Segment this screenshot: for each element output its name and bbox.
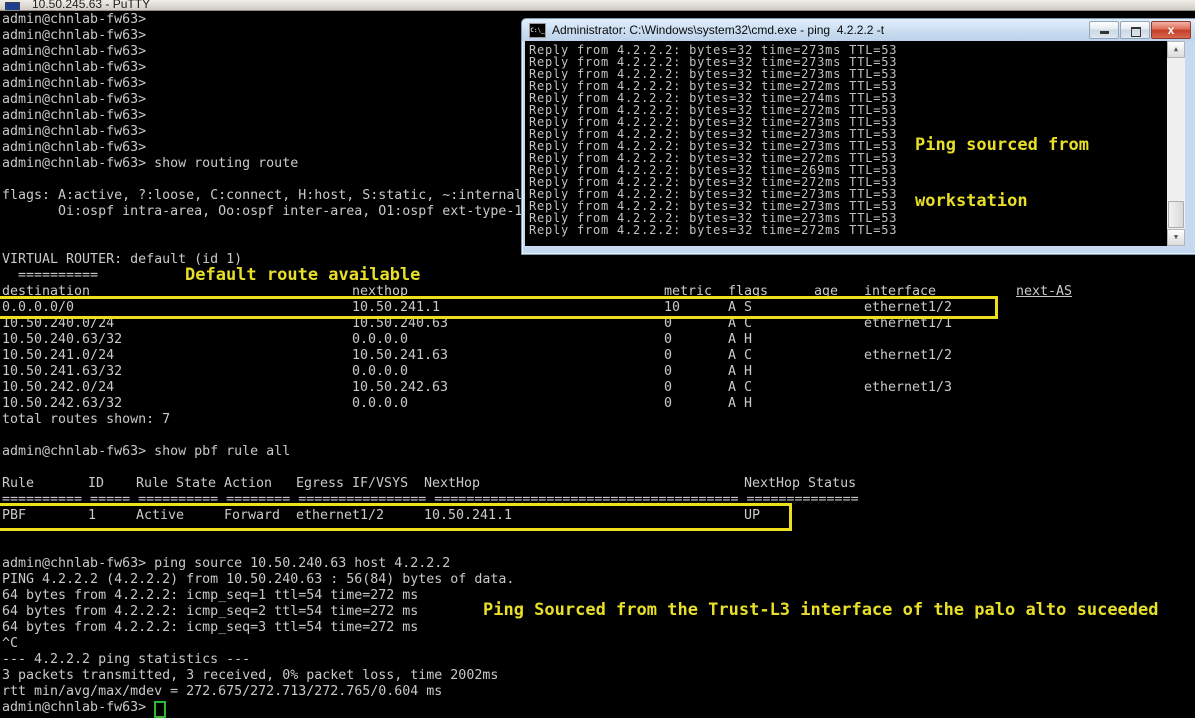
cmd-icon: C:\_ bbox=[529, 23, 546, 38]
route-cell: 10.50.241.63 bbox=[352, 348, 448, 364]
route-cell: A H bbox=[728, 332, 752, 348]
minimize-icon bbox=[1100, 31, 1109, 34]
terminal-cursor bbox=[154, 701, 166, 718]
total-routes-line: total routes shown: 7 bbox=[2, 412, 170, 428]
terminal-line: admin@chnlab-fw63> bbox=[2, 12, 146, 28]
terminal-line: admin@chnlab-fw63> bbox=[2, 140, 146, 156]
highlight-box-default-route bbox=[0, 296, 998, 319]
annotation-workstation-ping: Ping sourced from workstation bbox=[915, 99, 1089, 229]
route-cell: ethernet1/2 bbox=[864, 348, 952, 364]
flags-legend-line1: flags: A:active, ?:loose, C:connect, H:h… bbox=[2, 188, 522, 204]
terminal-line: admin@chnlab-fw63> bbox=[2, 28, 146, 44]
pbf-col-id: ID bbox=[88, 476, 104, 492]
route-cell: A C bbox=[728, 348, 752, 364]
cmd-window-title: Administrator: C:\Windows\system32\cmd.e… bbox=[552, 23, 884, 37]
scroll-down-arrow-icon[interactable]: ▼ bbox=[1167, 229, 1185, 246]
route-cell: 10.50.241.0/24 bbox=[2, 348, 114, 364]
annotation-line: Ping sourced from bbox=[915, 136, 1089, 155]
pbf-col-nexthop: NextHop bbox=[424, 476, 480, 492]
route-cell: 0.0.0.0 bbox=[352, 332, 408, 348]
ping-reply-line: 64 bytes from 4.2.2.2: icmp_seq=3 ttl=54… bbox=[2, 620, 418, 636]
putty-window-title: 10.50.245.63 - PuTTY bbox=[32, 0, 150, 11]
terminal-line: admin@chnlab-fw63> bbox=[2, 76, 146, 92]
scroll-up-arrow-icon[interactable]: ▲ bbox=[1167, 41, 1185, 58]
route-cell: 0 bbox=[664, 364, 672, 380]
pbf-col-action: Action bbox=[224, 476, 272, 492]
route-cell: 0.0.0.0 bbox=[352, 364, 408, 380]
route-col-next-as: next-AS bbox=[1016, 284, 1072, 300]
screen: { "putty": { "title": "10.50.245.63 - Pu… bbox=[0, 0, 1195, 705]
virtual-router-separator: ========== bbox=[2, 268, 98, 284]
terminal-line: admin@chnlab-fw63> bbox=[2, 92, 146, 108]
putty-window-icon bbox=[5, 2, 20, 11]
close-button[interactable]: x bbox=[1151, 21, 1191, 39]
ping-reply-line: 64 bytes from 4.2.2.2: icmp_seq=2 ttl=54… bbox=[2, 604, 418, 620]
route-cell: 0 bbox=[664, 348, 672, 364]
route-cell: A C bbox=[728, 380, 752, 396]
terminal-line: admin@chnlab-fw63> bbox=[2, 44, 146, 60]
ping-stats-rtt: rtt min/avg/max/mdev = 272.675/272.713/2… bbox=[2, 684, 442, 700]
route-cell: 10.50.242.63/32 bbox=[2, 396, 122, 412]
terminal-line: admin@chnlab-fw63> bbox=[2, 124, 146, 140]
highlight-box-pbf-rule bbox=[0, 503, 792, 531]
cmd-reply-line: Reply from 4.2.2.2: bytes=32 time=272ms … bbox=[529, 224, 897, 236]
route-cell: 10.50.240.63/32 bbox=[2, 332, 122, 348]
scrollbar-thumb[interactable] bbox=[1168, 201, 1184, 228]
cmd-scrollbar[interactable]: ▲ ▼ bbox=[1167, 41, 1185, 246]
terminal-line: admin@chnlab-fw63> bbox=[2, 108, 146, 124]
annotation-trust-l3-ping: Ping Sourced from the Trust-L3 interface… bbox=[483, 601, 1159, 620]
route-cell: 10.50.242.63 bbox=[352, 380, 448, 396]
cmd-window: C:\_ Administrator: C:\Windows\system32\… bbox=[521, 18, 1195, 255]
route-cell: 10.50.242.0/24 bbox=[2, 380, 114, 396]
cmd-titlebar[interactable]: C:\_ Administrator: C:\Windows\system32\… bbox=[522, 19, 1195, 41]
command-show-routing-route: admin@chnlab-fw63> show routing route bbox=[2, 156, 298, 172]
terminal-prompt-partial: admin@chnlab-fw63> bbox=[2, 700, 146, 716]
pbf-col-rule-state: Rule State bbox=[136, 476, 216, 492]
ping-header-line: PING 4.2.2.2 (4.2.2.2) from 10.50.240.63… bbox=[2, 572, 514, 588]
flags-legend-line2: Oi:ospf intra-area, Oo:ospf inter-area, … bbox=[2, 204, 522, 220]
minimize-button[interactable] bbox=[1089, 21, 1119, 39]
command-show-pbf: admin@chnlab-fw63> show pbf rule all bbox=[2, 444, 290, 460]
route-cell: 0 bbox=[664, 332, 672, 348]
ping-stats-packets: 3 packets transmitted, 3 received, 0% pa… bbox=[2, 668, 498, 684]
ping-stats-header: --- 4.2.2.2 ping statistics --- bbox=[2, 652, 250, 668]
terminal-line: admin@chnlab-fw63> bbox=[2, 60, 146, 76]
route-cell: ethernet1/3 bbox=[864, 380, 952, 396]
annotation-default-route: Default route available bbox=[185, 266, 420, 285]
maximize-button[interactable] bbox=[1120, 21, 1150, 39]
command-ping-source: admin@chnlab-fw63> ping source 10.50.240… bbox=[2, 556, 450, 572]
route-cell: A H bbox=[728, 364, 752, 380]
route-cell: 0 bbox=[664, 396, 672, 412]
ping-reply-line: 64 bytes from 4.2.2.2: icmp_seq=1 ttl=54… bbox=[2, 588, 418, 604]
maximize-icon bbox=[1131, 27, 1141, 37]
pbf-col-egress: Egress IF/VSYS bbox=[296, 476, 408, 492]
putty-titlebar[interactable]: 10.50.245.63 - PuTTY bbox=[0, 0, 1195, 11]
route-cell: A H bbox=[728, 396, 752, 412]
annotation-line: workstation bbox=[915, 192, 1089, 211]
pbf-col-rule: Rule bbox=[2, 476, 34, 492]
pbf-col-status: NextHop Status bbox=[744, 476, 856, 492]
cmd-window-controls: x bbox=[1089, 21, 1191, 39]
route-cell: 10.50.241.63/32 bbox=[2, 364, 122, 380]
route-cell: 0 bbox=[664, 380, 672, 396]
route-cell: 0.0.0.0 bbox=[352, 396, 408, 412]
ctrl-c-line: ^C bbox=[2, 636, 18, 652]
